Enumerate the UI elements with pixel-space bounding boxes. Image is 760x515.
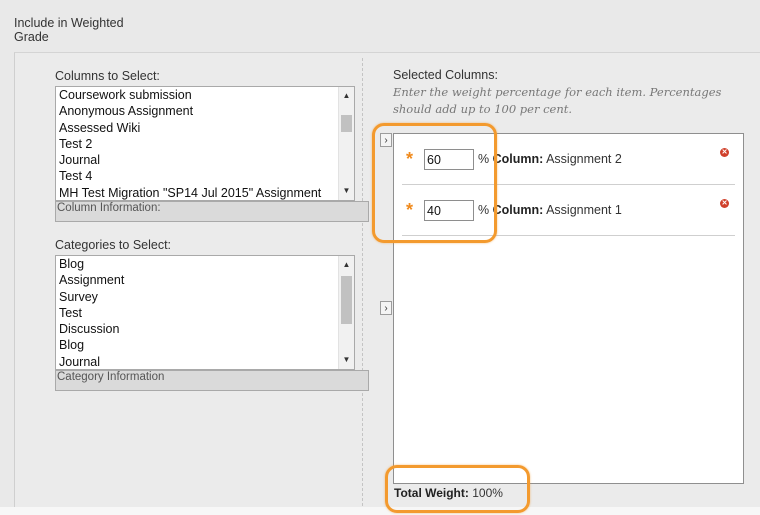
categories-listbox[interactable]: Blog Assignment Survey Test Discussion B… <box>55 255 355 370</box>
selected-columns-title: Selected Columns: <box>393 68 498 82</box>
weight-inputs-highlight <box>372 123 497 243</box>
columns-item[interactable]: Test 2 <box>56 136 335 152</box>
columns-scroll-thumb[interactable] <box>341 115 352 132</box>
column-name: Assignment 2 <box>546 152 622 166</box>
selected-column-text: % Column: Assignment 2 <box>478 152 622 166</box>
column-divider <box>362 58 363 506</box>
categories-scrollbar[interactable]: ▲ ▼ <box>338 256 354 369</box>
categories-item[interactable]: Blog <box>56 256 335 272</box>
scroll-up-icon[interactable]: ▲ <box>339 89 354 103</box>
categories-item[interactable]: Assignment <box>56 272 335 288</box>
column-name: Assignment 1 <box>546 203 622 217</box>
columns-listbox[interactable]: Coursework submission Anonymous Assignme… <box>55 86 355 201</box>
categories-item[interactable]: Journal <box>56 354 335 369</box>
categories-to-select-label: Categories to Select: <box>55 238 172 252</box>
columns-item[interactable]: Journal <box>56 152 335 168</box>
columns-to-select-label: Columns to Select: <box>55 69 160 83</box>
bottom-strip <box>0 507 760 515</box>
categories-item[interactable]: Discussion <box>56 321 335 337</box>
categories-item[interactable]: Survey <box>56 289 335 305</box>
remove-icon[interactable]: ✕ <box>720 148 729 157</box>
column-label: Column: <box>492 203 544 217</box>
scroll-up-icon[interactable]: ▲ <box>339 258 354 272</box>
columns-item[interactable]: Test 4 <box>56 168 335 184</box>
move-categories-button[interactable]: › <box>380 301 392 315</box>
categories-item[interactable]: Test <box>56 305 335 321</box>
selected-column-text: % Column: Assignment 1 <box>478 203 622 217</box>
columns-item[interactable]: MH Test Migration "SP14 Jul 2015" Assign… <box>56 185 335 200</box>
selected-columns-instructions: Enter the weight percentage for each ite… <box>393 85 722 116</box>
scroll-down-icon[interactable]: ▼ <box>339 184 354 198</box>
column-information-bar: Column Information: <box>55 201 369 222</box>
chevron-right-icon: › <box>384 303 388 314</box>
columns-item[interactable]: Assessed Wiki <box>56 120 335 136</box>
categories-scroll-thumb[interactable] <box>341 276 352 324</box>
categories-item[interactable]: Blog <box>56 337 335 353</box>
columns-item[interactable]: Coursework submission <box>56 87 335 103</box>
total-weight-highlight <box>385 465 530 513</box>
columns-item[interactable]: Anonymous Assignment <box>56 103 335 119</box>
scroll-down-icon[interactable]: ▼ <box>339 353 354 367</box>
section-title: Include in Weighted Grade <box>14 16 124 44</box>
columns-scrollbar[interactable]: ▲ ▼ <box>338 87 354 200</box>
category-information-bar: Category Information <box>55 370 369 391</box>
column-label: Column: <box>492 152 544 166</box>
remove-icon[interactable]: ✕ <box>720 199 729 208</box>
